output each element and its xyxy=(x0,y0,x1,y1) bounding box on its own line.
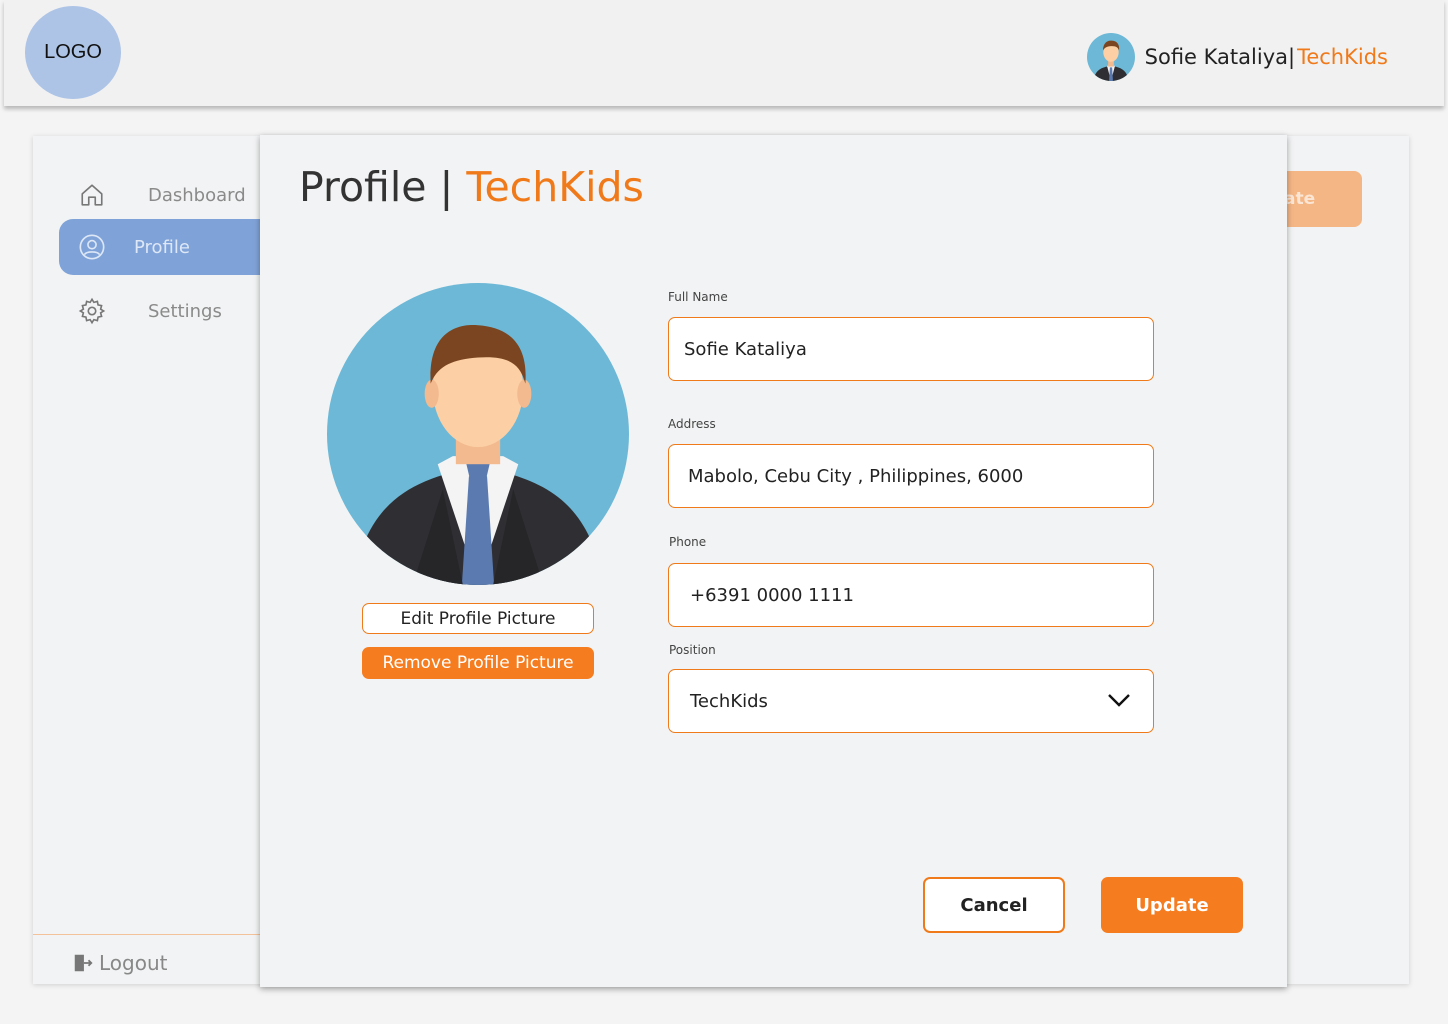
phone-value: +6391 0000 1111 xyxy=(690,584,854,606)
chevron-down-icon[interactable] xyxy=(1107,691,1131,712)
logout-icon xyxy=(71,948,95,978)
title-text: Profile | xyxy=(299,163,467,211)
header-separator: | xyxy=(1288,45,1296,69)
update-button[interactable]: Update xyxy=(1101,877,1243,933)
sidebar-item-settings[interactable]: Settings xyxy=(77,296,222,326)
header-user[interactable]: Sofie Kataliya | TechKids xyxy=(1086,33,1388,81)
edit-profile-picture-button[interactable]: Edit Profile Picture xyxy=(362,603,594,634)
sidebar-item-label: Profile xyxy=(134,236,190,258)
top-header: LOGO Sofie Kataliya | TechKids xyxy=(4,0,1444,106)
phone-label: Phone xyxy=(669,535,707,549)
remove-profile-picture-button[interactable]: Remove Profile Picture xyxy=(362,647,594,679)
logout-label: Logout xyxy=(99,951,168,975)
sidebar-item-profile[interactable]: Profile xyxy=(59,219,261,275)
profile-modal: Profile | TechKids Edit Profile Picture … xyxy=(260,135,1287,987)
user-circle-icon xyxy=(77,232,107,262)
cancel-button[interactable]: Cancel xyxy=(923,877,1065,933)
full-name-field[interactable]: Sofie Kataliya xyxy=(668,317,1154,381)
logo[interactable]: LOGO xyxy=(25,6,121,99)
background-update-button: ate xyxy=(1280,171,1362,227)
position-value: TechKids xyxy=(690,690,768,712)
profile-picture xyxy=(327,283,629,585)
full-name-value: Sofie Kataliya xyxy=(684,338,807,360)
address-label: Address xyxy=(668,417,716,431)
address-value: Mabolo, Cebu City , Philippines, 6000 xyxy=(688,465,1024,487)
sidebar-item-label: Dashboard xyxy=(148,184,246,206)
gear-icon xyxy=(77,296,107,326)
sidebar-item-label: Settings xyxy=(148,300,222,322)
phone-field[interactable]: +6391 0000 1111 xyxy=(668,563,1154,627)
page-title: Profile | TechKids xyxy=(299,163,644,211)
full-name-label: Full Name xyxy=(668,290,728,304)
home-icon xyxy=(77,180,107,210)
logout-button[interactable]: Logout xyxy=(71,948,167,978)
position-select[interactable]: TechKids xyxy=(668,669,1154,733)
position-label: Position xyxy=(669,643,716,657)
sidebar-divider xyxy=(33,934,260,935)
header-user-name: Sofie Kataliya xyxy=(1144,45,1288,69)
address-field[interactable]: Mabolo, Cebu City , Philippines, 6000 xyxy=(668,444,1154,508)
header-org-name: TechKids xyxy=(1297,45,1388,69)
title-org: TechKids xyxy=(466,163,644,211)
sidebar-item-dashboard[interactable]: Dashboard xyxy=(77,180,246,210)
header-avatar[interactable] xyxy=(1086,33,1135,81)
